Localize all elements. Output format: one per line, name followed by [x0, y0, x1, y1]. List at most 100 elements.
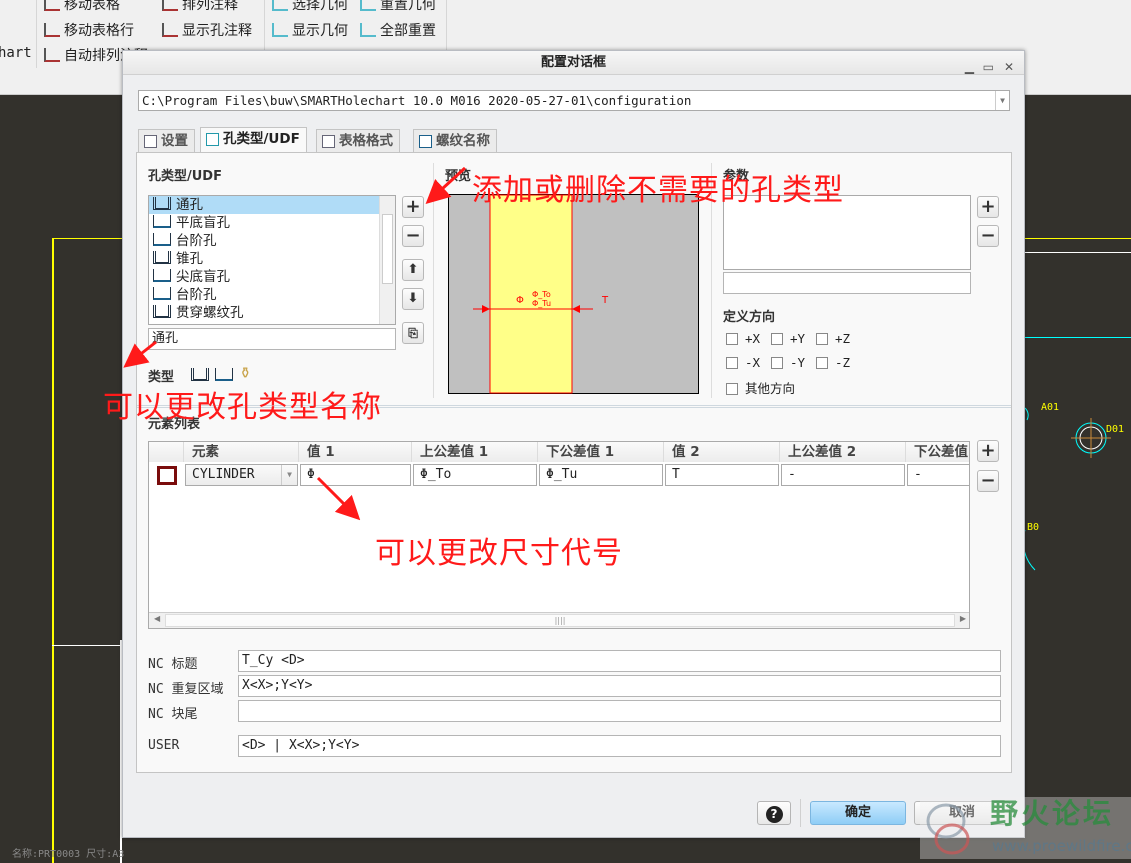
hole-type-item[interactable]: 台阶孔 [149, 232, 395, 250]
table-cell-input[interactable]: - [907, 464, 969, 486]
move-up-button[interactable]: ⬆ [402, 259, 424, 281]
remove-param-button[interactable]: − [977, 225, 999, 247]
nc-field-label: NC 块尾 [148, 707, 198, 722]
other-direction-checkbox[interactable]: 其他方向 [726, 378, 795, 397]
table-cell-input[interactable]: Φ_To [413, 464, 537, 486]
auto-arrange-icon [44, 48, 60, 62]
hole-type-list[interactable]: 通孔 平底盲孔 台阶孔 锥孔 尖底盲孔 台阶孔 贯穿螺纹孔 [148, 195, 396, 325]
hole-type-item[interactable]: 通孔 [149, 196, 395, 214]
checkbox[interactable] [771, 333, 783, 345]
direction-checkbox[interactable]: -Y [771, 355, 805, 370]
watermark-title: 野火论坛 [990, 797, 1115, 830]
table-cell-input[interactable]: Φ [300, 464, 411, 486]
nc-field-input[interactable]: T_Cy <D> [238, 650, 1001, 672]
add-hole-type-button[interactable]: + [402, 196, 424, 218]
tab-thread-names[interactable]: 螺纹名称 [413, 129, 497, 153]
remove-hole-type-button[interactable]: − [402, 225, 424, 247]
select-geometry-button[interactable]: 选择几何 [272, 0, 348, 14]
hole-type-icon [153, 251, 171, 264]
hole-type-label: 台阶孔 [176, 233, 217, 249]
arrange-notes-button[interactable]: 排列注释 [162, 0, 238, 14]
through-hole-type-icon[interactable] [191, 368, 209, 381]
element-type-select[interactable]: CYLINDER ▼ [185, 464, 298, 486]
move-down-button[interactable]: ⬇ [402, 288, 424, 310]
checkbox[interactable] [771, 357, 783, 369]
checkbox-label: -Z [835, 355, 851, 370]
hole-type-label: 贯穿螺纹孔 [176, 305, 244, 321]
nc-field-input[interactable]: X<X>;Y<Y> [238, 675, 1001, 697]
checkbox[interactable] [816, 357, 828, 369]
nc-field-input[interactable]: <D> | X<X>;Y<Y> [238, 735, 1001, 757]
nc-field-input[interactable] [238, 700, 1001, 722]
checkbox[interactable] [726, 357, 738, 369]
hole-type-name-input[interactable]: 通孔 [148, 328, 396, 350]
add-param-button[interactable]: + [977, 196, 999, 218]
remove-element-button[interactable]: − [977, 470, 999, 492]
blind-hole-type-icon[interactable] [215, 368, 233, 381]
copy-button[interactable]: ⎘ [402, 322, 424, 344]
scroll-left-icon[interactable]: ◀ [154, 614, 160, 623]
checkbox[interactable] [816, 333, 828, 345]
udf-type-icon[interactable]: ⚱ [239, 364, 252, 382]
hole-type-icon [153, 287, 171, 300]
table-cell-input[interactable]: - [781, 464, 905, 486]
direction-checkbox[interactable]: +Y [771, 331, 805, 346]
scrollbar-thumb[interactable] [382, 214, 393, 284]
chevron-down-icon[interactable]: ▼ [995, 91, 1009, 110]
column-header: 上公差值 2 [780, 442, 906, 462]
drawing-frame-line [1025, 252, 1131, 253]
element-row-icon[interactable] [157, 466, 177, 485]
hole-type-item[interactable]: 平底盲孔 [149, 214, 395, 232]
show-hole-notes-button[interactable]: 显示孔注释 [162, 20, 252, 40]
drawing-frame-line [52, 645, 122, 646]
direction-checkbox[interactable]: -Z [816, 355, 850, 370]
divider [433, 163, 434, 398]
select-geometry-icon [272, 0, 288, 11]
move-table-button[interactable]: 移动表格 [44, 0, 120, 14]
param-input[interactable] [723, 272, 971, 294]
hole-type-item[interactable]: 锥孔 [149, 250, 395, 268]
minimize-icon[interactable]: ▁ [965, 55, 974, 79]
column-header: 元素 [184, 442, 299, 462]
scrollbar-thumb[interactable]: |||| [165, 614, 955, 627]
checkbox[interactable] [726, 333, 738, 345]
table-cell-input[interactable]: T [665, 464, 779, 486]
thread-icon [419, 135, 432, 148]
hole-type-item[interactable]: 尖底盲孔 [149, 268, 395, 286]
add-element-button[interactable]: + [977, 440, 999, 462]
help-button[interactable]: ? [757, 801, 791, 825]
column-header [149, 442, 184, 462]
direction-checkbox[interactable]: +X [726, 331, 760, 346]
config-path-combobox[interactable]: C:\Program Files\buw\SMARTHolechart 10.0… [138, 90, 1010, 111]
nc-field-label: NC 标题 [148, 657, 198, 672]
tab-settings[interactable]: 设置 [138, 129, 195, 153]
reset-geometry-button[interactable]: 重置几何 [360, 0, 436, 14]
move-table-row-button[interactable]: 移动表格行 [44, 20, 134, 40]
horizontal-scrollbar[interactable]: ◀ |||| ▶ [149, 612, 969, 628]
tab-label: 孔类型/UDF [223, 131, 300, 147]
tab-label: 螺纹名称 [436, 133, 490, 149]
direction-label: 定义方向 [723, 310, 776, 325]
maximize-icon[interactable]: ▭ [983, 55, 994, 79]
label: 选择几何 [292, 0, 348, 13]
direction-checkbox[interactable]: +Z [816, 331, 850, 346]
tab-table-format[interactable]: 表格格式 [316, 129, 400, 153]
dialog-titlebar[interactable]: 配置对话框 ▁ ▭ ✕ [123, 51, 1024, 75]
hole-type-icon [153, 197, 171, 210]
checkbox[interactable] [726, 383, 738, 395]
ok-button[interactable]: 确定 [810, 801, 906, 825]
tab-hole-types[interactable]: 孔类型/UDF [200, 127, 307, 154]
hole-type-item[interactable]: 台阶孔 [149, 286, 395, 304]
list-scrollbar[interactable] [379, 196, 395, 324]
hole-label: A01 [1041, 402, 1060, 413]
scroll-right-icon[interactable]: ▶ [960, 614, 966, 623]
chevron-down-icon[interactable]: ▼ [281, 465, 297, 485]
hole-type-item[interactable]: 贯穿螺纹孔 [149, 304, 395, 322]
hole-type-icon [206, 133, 219, 146]
direction-checkbox[interactable]: -X [726, 355, 760, 370]
table-cell-input[interactable]: Φ_Tu [539, 464, 663, 486]
watermark: 野火论坛 www.proewildfire.cn [920, 797, 1131, 859]
reset-all-button[interactable]: 全部重置 [360, 20, 436, 40]
close-icon[interactable]: ✕ [1004, 55, 1014, 79]
show-geometry-button[interactable]: 显示几何 [272, 20, 348, 40]
